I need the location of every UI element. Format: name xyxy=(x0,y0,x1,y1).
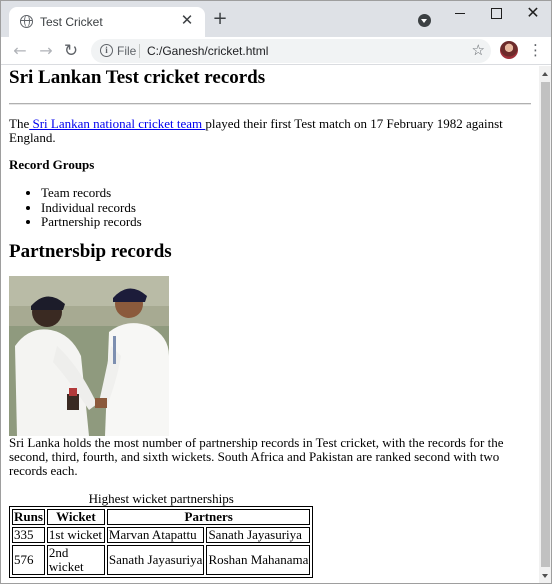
tab-title: Test Cricket xyxy=(40,15,103,29)
table-row: 576 2nd wicket Sanath Jayasuriya Roshan … xyxy=(12,544,311,575)
record-groups-list: Team records Individual records Partners… xyxy=(9,185,531,230)
maximize-icon[interactable] xyxy=(481,5,511,23)
address-bar[interactable]: i File C:/Ganesh/cricket.html ☆ xyxy=(91,39,491,63)
scroll-down-icon[interactable] xyxy=(542,574,548,578)
tab-test-cricket[interactable]: Test Cricket ✕ xyxy=(9,7,205,37)
window-close-icon[interactable]: ✕ xyxy=(518,5,548,23)
cell-wicket: 1st wicket xyxy=(46,526,105,543)
page-title: Sri Lankan Test cricket records xyxy=(9,67,266,88)
cell-partner-1: Sanath Jayasuriya xyxy=(106,544,205,575)
intro-before: The xyxy=(9,116,30,131)
reload-icon[interactable]: ↻ xyxy=(61,41,81,61)
scheme-label: File xyxy=(117,44,137,58)
partnership-description: Sri Lanka holds the most number of partn… xyxy=(9,434,504,478)
cell-partner-1: Marvan Atapattu xyxy=(106,526,205,543)
cell-runs: 576 xyxy=(12,544,45,575)
section-heading: Partnersbip records xyxy=(9,240,172,262)
list-item: Team records xyxy=(41,185,531,201)
back-arrow-icon[interactable]: ← xyxy=(10,41,30,61)
header-wicket: Wicket xyxy=(46,508,105,525)
table-caption: Highest wicket partnerships xyxy=(88,490,234,506)
record-groups-title: Record Groups xyxy=(9,157,95,172)
list-item: Partnership records xyxy=(41,214,531,230)
page-viewport: Sri Lankan Test cricket records The Sri … xyxy=(1,66,539,583)
divider xyxy=(9,103,531,105)
tab-strip: Test Cricket ✕ + ✕ xyxy=(1,1,551,37)
list-item: Individual records xyxy=(41,200,531,216)
page-content: Sri Lankan Test cricket records The Sri … xyxy=(1,66,539,578)
scroll-up-icon[interactable] xyxy=(542,72,548,76)
star-icon[interactable]: ☆ xyxy=(472,41,485,59)
globe-icon xyxy=(20,15,33,28)
toolbar: ← → ↻ i File C:/Ganesh/cricket.html ☆ xyxy=(1,37,551,65)
address-separator xyxy=(139,44,140,58)
cricketers-photo xyxy=(9,275,169,436)
scroll-thumb[interactable] xyxy=(541,82,550,567)
header-runs: Runs xyxy=(12,508,45,525)
kebab-menu-icon[interactable]: ⋮ xyxy=(528,41,543,61)
table-header-row: Runs Wicket Partners xyxy=(12,508,311,525)
cell-partner-2: Sanath Jayasuriya xyxy=(206,526,311,543)
header-partners: Partners xyxy=(106,508,311,525)
forward-arrow-icon[interactable]: → xyxy=(36,41,56,61)
vertical-scrollbar[interactable] xyxy=(539,66,551,583)
team-link[interactable]: Sri Lankan national cricket team xyxy=(29,116,205,131)
minimize-icon[interactable] xyxy=(445,5,475,23)
partnerships-table: Highest wicket partnerships Runs Wicket … xyxy=(9,490,314,578)
cell-partner-2: Roshan Mahanama xyxy=(206,544,311,575)
table-row: 335 1st wicket Marvan Atapattu Sanath Ja… xyxy=(12,526,311,543)
browser-window: Test Cricket ✕ + ✕ ← → ↻ i File C:/Ganes… xyxy=(0,0,552,584)
url-text[interactable]: C:/Ganesh/cricket.html xyxy=(147,44,268,58)
info-icon[interactable]: i xyxy=(100,44,113,57)
cell-runs: 335 xyxy=(12,526,45,543)
profile-dropdown-icon[interactable] xyxy=(418,14,431,27)
plus-icon[interactable]: + xyxy=(211,10,229,28)
close-icon[interactable]: ✕ xyxy=(179,13,195,29)
cell-wicket: 2nd wicket xyxy=(46,544,105,575)
avatar[interactable] xyxy=(500,41,518,59)
intro-paragraph: The Sri Lankan national cricket team pla… xyxy=(9,117,531,145)
